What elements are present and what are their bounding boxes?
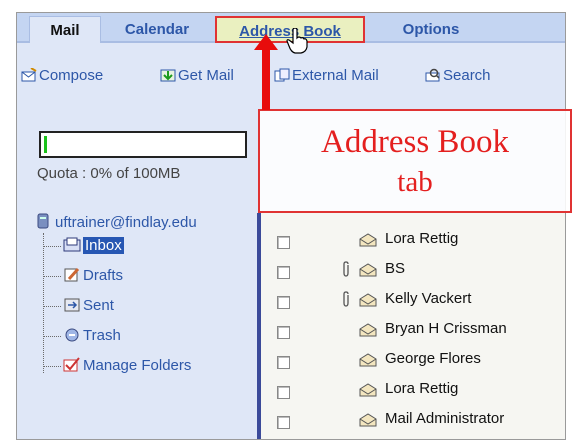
quota-text: Quota : 0% of 100MB: [37, 165, 181, 182]
envelope-icon: [359, 383, 377, 397]
callout-arrow: [262, 46, 270, 110]
message-row[interactable]: Bryan H Crissman: [261, 317, 565, 347]
envelope-icon: [359, 233, 377, 247]
message-row[interactable]: Lora Rettig: [261, 377, 565, 407]
message-row[interactable]: Lora Rettig: [261, 227, 565, 257]
external-mail-button[interactable]: External Mail: [274, 63, 379, 89]
manage-folders-icon: [63, 357, 80, 372]
quota-fill: [44, 136, 47, 153]
tree-connector: [43, 233, 44, 373]
folder-label: Trash: [83, 327, 121, 344]
message-sender: Kelly Vackert: [385, 290, 472, 307]
compose-icon: [21, 68, 37, 82]
envelope-icon: [359, 293, 377, 307]
search-icon: [425, 68, 440, 82]
sent-icon: [64, 298, 80, 312]
account-node[interactable]: uftrainer@findlay.edu: [37, 213, 197, 231]
get-mail-label: Get Mail: [178, 67, 234, 84]
tree-connector: [43, 366, 61, 367]
tab-options[interactable]: Options: [383, 16, 479, 43]
message-checkbox[interactable]: [277, 356, 290, 369]
message-checkbox[interactable]: [277, 296, 290, 309]
message-sender: Mail Administrator: [385, 410, 505, 427]
tab-mail[interactable]: Mail: [29, 16, 101, 43]
message-checkbox[interactable]: [277, 326, 290, 339]
envelope-icon: [359, 353, 377, 367]
folder-label: Manage Folders: [83, 357, 192, 374]
search-label: Search: [443, 67, 491, 84]
attachment-icon: [343, 291, 349, 307]
folder-drafts[interactable]: Drafts: [63, 265, 123, 287]
get-mail-icon: [160, 69, 176, 82]
message-row[interactable]: George Flores: [261, 347, 565, 377]
callout-line-1: Address Book: [321, 124, 509, 160]
envelope-icon: [359, 323, 377, 337]
tab-calendar[interactable]: Calendar: [107, 16, 207, 43]
callout-box: Address Book tab: [258, 109, 572, 213]
attachment-icon: [343, 261, 349, 277]
callout-arrow-head: [254, 34, 278, 50]
tree-connector: [43, 276, 61, 277]
compose-label: Compose: [39, 67, 104, 84]
message-sender: Bryan H Crissman: [385, 320, 507, 337]
message-sender: Lora Rettig: [385, 380, 459, 397]
envelope-icon: [359, 263, 377, 277]
message-row[interactable]: Mail Administrator: [261, 407, 565, 437]
folder-label: Sent: [83, 297, 114, 314]
message-row[interactable]: Kelly Vackert: [261, 287, 565, 317]
message-checkbox[interactable]: [277, 266, 290, 279]
webmail-window: Mail Calendar Address Book Options Compo…: [16, 12, 566, 440]
message-sender: BS: [385, 260, 406, 277]
tree-connector: [43, 306, 61, 307]
callout-line-2: tab: [397, 166, 433, 198]
external-mail-icon: [274, 68, 290, 82]
message-list: Lora Rettig BS Kelly Vackert Bryan H Crissm…: [257, 213, 565, 439]
trash-icon: [65, 328, 79, 342]
server-icon: [37, 213, 49, 229]
tree-connector: [43, 246, 61, 247]
quota-bar: [39, 131, 247, 158]
message-row[interactable]: BS: [261, 257, 565, 287]
message-sender: George Flores: [385, 350, 481, 367]
folder-inbox[interactable]: Inbox: [63, 235, 124, 257]
envelope-icon: [359, 413, 377, 427]
folder-label: Drafts: [83, 267, 124, 284]
tree-connector: [43, 336, 61, 337]
manage-folders-link[interactable]: Manage Folders: [63, 355, 191, 377]
account-label: uftrainer@findlay.edu: [55, 214, 197, 231]
hand-cursor-icon: [286, 28, 308, 54]
folder-trash[interactable]: Trash: [63, 325, 121, 347]
folder-label: Inbox: [83, 237, 124, 254]
get-mail-button[interactable]: Get Mail: [160, 63, 234, 89]
message-sender: Lora Rettig: [385, 230, 459, 247]
compose-button[interactable]: Compose: [21, 63, 103, 89]
inbox-icon: [63, 237, 81, 252]
folder-sent[interactable]: Sent: [63, 295, 114, 317]
search-button[interactable]: Search: [425, 63, 491, 89]
message-checkbox[interactable]: [277, 236, 290, 249]
mail-toolbar: Compose Get Mail External Mail Search: [17, 63, 565, 89]
drafts-icon: [64, 267, 80, 282]
external-mail-label: External Mail: [292, 67, 379, 84]
message-checkbox[interactable]: [277, 386, 290, 399]
message-checkbox[interactable]: [277, 416, 290, 429]
